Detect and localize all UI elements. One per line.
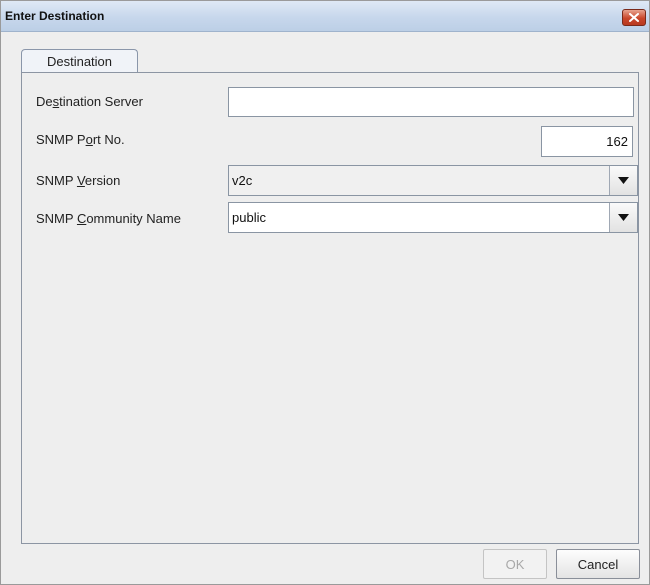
snmp-community-value: public xyxy=(232,210,266,225)
destination-server-label: Destination Server xyxy=(36,94,143,109)
snmp-version-dropdown-button[interactable] xyxy=(609,166,637,195)
ok-button-label: OK xyxy=(505,556,525,572)
tab-destination-label: Destination xyxy=(46,54,113,69)
chevron-down-icon xyxy=(618,214,629,221)
snmp-community-dropdown-button[interactable] xyxy=(609,203,637,232)
snmp-version-select[interactable]: v2c xyxy=(228,165,638,196)
snmp-version-label: SNMP Version xyxy=(36,173,121,188)
snmp-port-label: SNMP Port No. xyxy=(36,132,125,147)
title-bar[interactable]: Enter Destination xyxy=(1,1,649,32)
enter-destination-dialog: Enter Destination Destination Destinatio… xyxy=(0,0,650,585)
ok-button[interactable]: OK xyxy=(483,549,547,579)
cancel-button-label: Cancel xyxy=(577,556,619,572)
snmp-version-value: v2c xyxy=(232,173,253,188)
destination-server-input[interactable] xyxy=(228,87,634,117)
tab-destination[interactable]: Destination xyxy=(21,49,138,73)
close-icon xyxy=(629,13,639,22)
chevron-down-icon xyxy=(618,177,629,184)
snmp-port-input[interactable] xyxy=(541,126,633,157)
snmp-community-combobox[interactable]: public xyxy=(228,202,638,233)
cancel-button[interactable]: Cancel xyxy=(556,549,640,579)
close-button[interactable] xyxy=(622,9,646,26)
snmp-community-label: SNMP Community Name xyxy=(36,211,181,226)
dialog-title: Enter Destination xyxy=(5,9,105,23)
